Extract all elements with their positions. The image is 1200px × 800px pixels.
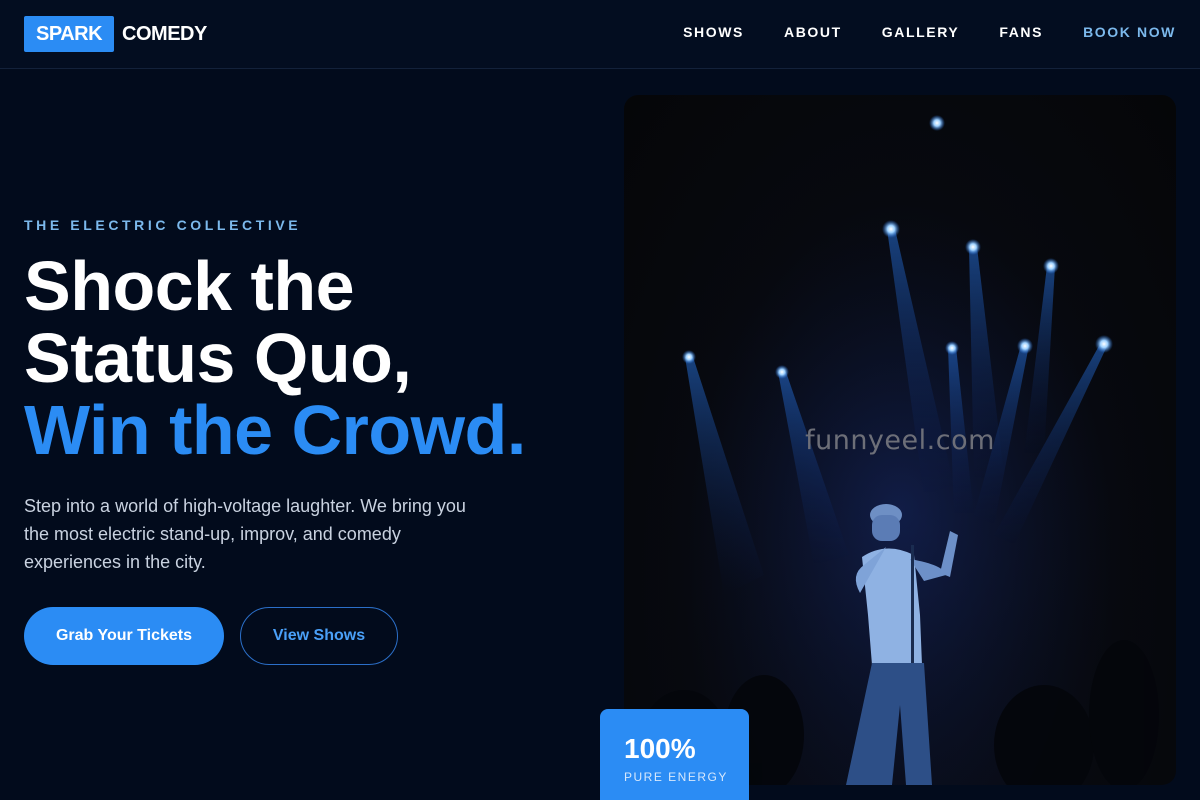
stat-label: PURE ENERGY	[624, 770, 728, 784]
nav-item-shows[interactable]: SHOWS	[683, 24, 744, 40]
stat-value: 100%	[624, 733, 696, 764]
nav-item-fans[interactable]: FANS	[999, 24, 1043, 40]
hero-image: funnyeel.com	[624, 95, 1176, 785]
hero-headline: Shock the Status Quo, Win the Crowd.	[24, 250, 584, 466]
nav-book-now[interactable]: BOOK NOW	[1083, 24, 1176, 40]
headline-line-2: Status Quo,	[24, 319, 412, 397]
brand-logo[interactable]: SPARK COMEDY	[24, 16, 207, 52]
view-shows-button[interactable]: View Shows	[240, 607, 398, 665]
main-nav: SHOWS ABOUT GALLERY FANS BOOK NOW	[643, 24, 1176, 40]
logo-text: COMEDY	[122, 22, 207, 45]
hero-eyebrow: THE ELECTRIC COLLECTIVE	[24, 217, 302, 233]
nav-item-about[interactable]: ABOUT	[784, 24, 842, 40]
image-watermark: funnyeel.com	[805, 425, 995, 456]
headline-line-1: Shock the	[24, 247, 355, 325]
site-header: SPARK COMEDY SHOWS ABOUT GALLERY FANS BO…	[0, 0, 1200, 69]
nav-item-gallery[interactable]: GALLERY	[882, 24, 960, 40]
hero-description: Step into a world of high-voltage laught…	[24, 496, 466, 572]
logo-badge: SPARK	[24, 16, 115, 52]
headline-accent: Win the Crowd.	[24, 391, 526, 469]
grab-tickets-button[interactable]: Grab Your Tickets	[24, 607, 224, 665]
energy-stat-card: 100% PURE ENERGY	[600, 709, 749, 800]
